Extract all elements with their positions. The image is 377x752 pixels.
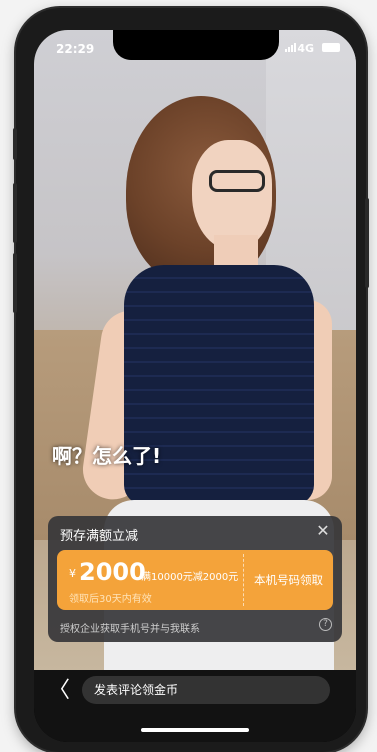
coupon-card: ¥ 2000 满10000元减2000元 领取后30天内有效 本机号码领取 [57,550,333,610]
coupon-amount: 2000 [79,558,146,586]
currency-symbol: ¥ [69,567,76,580]
volume-down-button [13,253,17,313]
phone-frame: 啊？怎么了! 22:29 4G 预存满额立减 ✕ ¥ 2000 满10000元减… [13,8,369,752]
video-caption: 啊？怎么了! [52,444,162,468]
signal-icon [285,42,296,52]
status-time: 22:29 [56,42,95,56]
claim-with-phone-button[interactable]: 本机号码领取 [244,550,333,610]
coupon-condition: 满10000元减2000元 [141,572,239,583]
bottom-bar: 〈 发表评论领金币 [34,670,356,742]
notch [113,30,279,60]
authorization-notice: 授权企业获取手机号并与我联系 [60,624,200,635]
help-icon[interactable]: ? [319,618,332,631]
coupon-panel-title: 预存满额立减 [60,529,139,544]
person-glasses [209,170,265,192]
volume-up-button [13,183,17,243]
battery-icon [322,43,340,52]
back-chevron-icon[interactable]: 〈 [48,676,72,706]
coupon-panel: 预存满额立减 ✕ ¥ 2000 满10000元减2000元 领取后30天内有效 … [48,516,342,642]
home-indicator [141,728,249,732]
comment-input[interactable]: 发表评论领金币 [82,676,330,704]
person-navy-top [124,265,314,505]
power-button [365,198,369,288]
status-bar: 22:29 4G [34,30,356,64]
mute-switch [13,128,17,160]
close-icon[interactable]: ✕ [314,522,332,540]
coupon-value-area: ¥ 2000 满10000元减2000元 领取后30天内有效 [57,550,243,610]
phone-screen: 啊？怎么了! 22:29 4G 预存满额立减 ✕ ¥ 2000 满10000元减… [34,30,356,742]
network-type: 4G [297,42,314,55]
coupon-validity: 领取后30天内有效 [69,594,152,605]
person-face [192,140,272,250]
